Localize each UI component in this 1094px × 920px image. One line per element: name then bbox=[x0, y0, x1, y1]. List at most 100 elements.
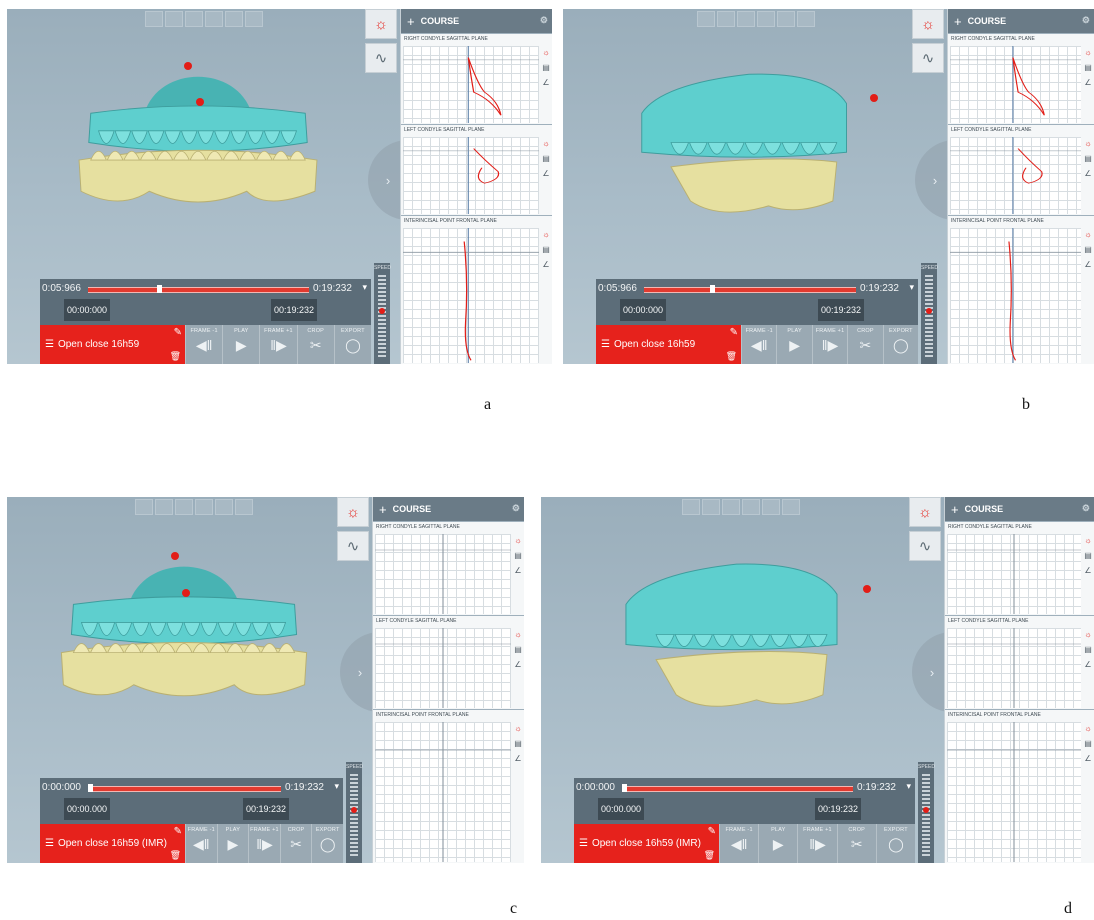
layers-icon[interactable]: ▤ bbox=[542, 63, 550, 72]
jaw-tracking-icon[interactable]: ☼ bbox=[365, 9, 397, 39]
view-preset-button[interactable] bbox=[717, 11, 735, 27]
clip-selector[interactable]: ☰ Open close 16h59 (IMR) ✎ 🗑 bbox=[40, 824, 185, 863]
layers-icon[interactable]: ▤ bbox=[514, 739, 522, 748]
trash-icon[interactable]: 🗑 bbox=[170, 850, 181, 861]
trash-icon[interactable]: 🗑 bbox=[726, 351, 737, 362]
gear-icon[interactable]: ⚙ bbox=[540, 15, 548, 26]
start-time-box[interactable]: 00:00.000 bbox=[64, 798, 110, 820]
view-preset-button[interactable] bbox=[225, 11, 243, 27]
end-time-box[interactable]: 00:19:232 bbox=[818, 299, 864, 321]
dental-model-image[interactable] bbox=[29, 534, 339, 740]
play-button[interactable]: PLAY ▶ bbox=[758, 824, 797, 863]
trajectory-plot[interactable] bbox=[403, 46, 539, 123]
start-time-box[interactable]: 00:00:000 bbox=[620, 299, 666, 321]
gear-icon[interactable]: ⚙ bbox=[1082, 15, 1090, 26]
view-preset-button[interactable] bbox=[155, 499, 173, 515]
frame-prev-button[interactable]: FRAME -1 ◀‖ bbox=[185, 325, 222, 364]
end-time-box[interactable]: 00:19:232 bbox=[815, 798, 861, 820]
start-time-box[interactable]: 00:00:000 bbox=[64, 299, 110, 321]
jaw-tracking-icon[interactable]: ☼ bbox=[1084, 536, 1091, 545]
view-preset-button[interactable] bbox=[737, 11, 755, 27]
dental-model-image[interactable] bbox=[586, 45, 912, 245]
layers-icon[interactable]: ▤ bbox=[1084, 739, 1092, 748]
export-button[interactable]: EXPORT ◯ bbox=[311, 824, 343, 863]
speed-track[interactable] bbox=[925, 275, 933, 358]
play-button[interactable]: PLAY ▶ bbox=[776, 325, 811, 364]
jaw-tracking-icon[interactable]: ☼ bbox=[542, 139, 549, 148]
view-preset-button[interactable] bbox=[742, 499, 760, 515]
clip-selector[interactable]: ☰ Open close 16h59 (IMR) ✎ 🗑 bbox=[574, 824, 719, 863]
jaw-tracking-icon[interactable]: ☼ bbox=[1084, 230, 1091, 239]
frame-prev-button[interactable]: FRAME -1 ◀‖ bbox=[741, 325, 776, 364]
angle-icon[interactable]: ∠ bbox=[1084, 566, 1091, 575]
angle-icon[interactable]: ∠ bbox=[514, 660, 521, 669]
jaw-tracking-icon[interactable]: ☼ bbox=[1084, 139, 1091, 148]
speed-handle[interactable] bbox=[379, 308, 385, 314]
layers-icon[interactable]: ▤ bbox=[542, 154, 550, 163]
angle-icon[interactable]: ∠ bbox=[542, 78, 549, 87]
jaw-tracking-icon[interactable]: ☼ bbox=[514, 536, 521, 545]
timeline-slider[interactable] bbox=[88, 784, 281, 792]
angle-icon[interactable]: ∠ bbox=[514, 754, 521, 763]
speed-handle[interactable] bbox=[351, 807, 357, 813]
trajectory-plot[interactable] bbox=[950, 137, 1081, 214]
trajectory-plot[interactable] bbox=[947, 628, 1081, 708]
layers-icon[interactable]: ▤ bbox=[1084, 245, 1092, 254]
curve-graph-icon[interactable]: ∿ bbox=[909, 531, 941, 561]
crop-button[interactable]: CROP ✂ bbox=[279, 824, 312, 863]
frame-next-button[interactable]: FRAME +1 ‖▶ bbox=[248, 824, 280, 863]
pencil-icon[interactable]: ✎ bbox=[174, 826, 182, 837]
angle-icon[interactable]: ∠ bbox=[542, 260, 549, 269]
curve-graph-icon[interactable]: ∿ bbox=[337, 531, 369, 561]
trajectory-plot[interactable] bbox=[375, 628, 511, 708]
export-button[interactable]: EXPORT ◯ bbox=[882, 325, 918, 364]
speed-slider[interactable]: SPEED bbox=[921, 263, 938, 364]
view-preset-button[interactable] bbox=[777, 11, 795, 27]
speed-slider[interactable]: SPEED bbox=[374, 263, 391, 364]
curve-graph-icon[interactable]: ∿ bbox=[912, 43, 944, 73]
jaw-tracking-icon[interactable]: ☼ bbox=[909, 497, 941, 527]
angle-icon[interactable]: ∠ bbox=[514, 566, 521, 575]
trajectory-plot[interactable] bbox=[375, 722, 511, 862]
view-preset-button[interactable] bbox=[165, 11, 183, 27]
view-preset-button[interactable] bbox=[235, 499, 253, 515]
frame-next-button[interactable]: FRAME +1 ‖▶ bbox=[259, 325, 296, 364]
jaw-tracking-icon[interactable]: ☼ bbox=[1084, 724, 1091, 733]
layers-icon[interactable]: ▤ bbox=[514, 645, 522, 654]
view-preset-button[interactable] bbox=[797, 11, 815, 27]
frame-prev-button[interactable]: FRAME -1 ◀‖ bbox=[185, 824, 217, 863]
angle-icon[interactable]: ∠ bbox=[1084, 78, 1091, 87]
timeline-slider[interactable] bbox=[622, 784, 853, 792]
clip-selector[interactable]: ☰ Open close 16h59 ✎ 🗑 bbox=[596, 325, 741, 364]
pencil-icon[interactable]: ✎ bbox=[708, 826, 716, 837]
trajectory-plot[interactable] bbox=[403, 228, 539, 363]
dental-model-image[interactable] bbox=[31, 45, 365, 245]
jaw-tracking-icon[interactable]: ☼ bbox=[542, 230, 549, 239]
timeline-handle[interactable] bbox=[157, 285, 162, 293]
timeline-handle[interactable] bbox=[710, 285, 715, 293]
view-preset-button[interactable] bbox=[245, 11, 263, 27]
crop-button[interactable]: CROP ✂ bbox=[836, 824, 876, 863]
view-preset-button[interactable] bbox=[782, 499, 800, 515]
speed-handle[interactable] bbox=[926, 308, 932, 314]
chevron-down-icon[interactable]: ▾ bbox=[334, 781, 339, 792]
angle-icon[interactable]: ∠ bbox=[1084, 660, 1091, 669]
trajectory-plot[interactable] bbox=[950, 228, 1081, 363]
view-preset-button[interactable] bbox=[215, 499, 233, 515]
play-button[interactable]: PLAY ▶ bbox=[222, 325, 259, 364]
trajectory-plot[interactable] bbox=[947, 722, 1081, 862]
angle-icon[interactable]: ∠ bbox=[1084, 754, 1091, 763]
angle-icon[interactable]: ∠ bbox=[1084, 169, 1091, 178]
trash-icon[interactable]: 🗑 bbox=[704, 850, 715, 861]
frame-next-button[interactable]: FRAME +1 ‖▶ bbox=[811, 325, 847, 364]
angle-icon[interactable]: ∠ bbox=[542, 169, 549, 178]
jaw-tracking-icon[interactable]: ☼ bbox=[1084, 630, 1091, 639]
clip-selector[interactable]: ☰ Open close 16h59 ✎ 🗑 bbox=[40, 325, 185, 364]
export-button[interactable]: EXPORT ◯ bbox=[875, 824, 915, 863]
end-time-box[interactable]: 00:19:232 bbox=[243, 798, 289, 820]
timeline-handle[interactable] bbox=[622, 784, 627, 792]
jaw-tracking-icon[interactable]: ☼ bbox=[337, 497, 369, 527]
timeline-slider[interactable] bbox=[644, 285, 856, 293]
jaw-tracking-icon[interactable]: ☼ bbox=[1084, 48, 1091, 57]
layers-icon[interactable]: ▤ bbox=[542, 245, 550, 254]
